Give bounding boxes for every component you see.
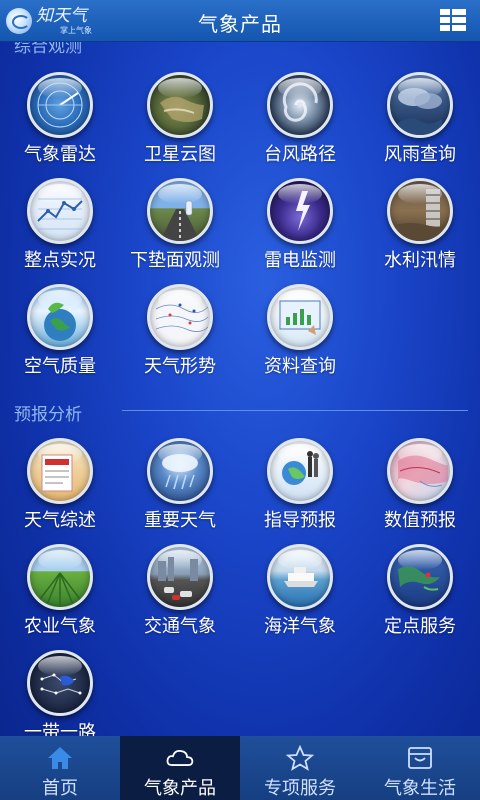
grid-item-label: 天气形势 [144, 356, 216, 377]
farmland-icon [27, 544, 93, 610]
nav-label: 首页 [42, 778, 78, 799]
section-divider [122, 410, 468, 411]
grid-item-label: 数值预报 [384, 510, 456, 531]
grid-item-guidance[interactable]: 指导预报 [240, 438, 360, 532]
ocean-icon [267, 544, 333, 610]
grid-item-summary[interactable]: 天气综述 [0, 438, 120, 532]
menu-icon [440, 9, 450, 15]
grid-item-label: 雷电监测 [264, 250, 336, 271]
typhoon-icon [267, 72, 333, 138]
grid-item-label: 台风路径 [264, 144, 336, 165]
grid-item-label: 卫星云图 [144, 144, 216, 165]
newspaper-icon [27, 438, 93, 504]
grid-item-surface[interactable]: 下垫面观测 [120, 178, 240, 272]
grid-item-label: 交通气象 [144, 616, 216, 637]
grid-item-hourly[interactable]: 整点实况 [0, 178, 120, 272]
nav-home[interactable]: 首页 [0, 736, 120, 800]
grid-item-marine[interactable]: 海洋气象 [240, 544, 360, 638]
nav-special-services[interactable]: 专项服务 [240, 736, 360, 800]
lightning-icon [267, 178, 333, 244]
grid-item-storm[interactable]: 风雨查询 [360, 72, 480, 166]
grid-item-label: 气象雷达 [24, 144, 96, 165]
grid-item-hydrology[interactable]: 水利汛情 [360, 178, 480, 272]
data-query-icon [267, 284, 333, 350]
app-screen: 知天气 掌上气象 气象产品 综合观测 气象雷达 卫星云图 台风路径 风雨查询 整… [0, 0, 480, 800]
nav-label: 气象产品 [144, 778, 216, 799]
numerical-map-icon [387, 438, 453, 504]
grid-item-belt-road[interactable]: 一带一路 [0, 650, 120, 744]
grid-menu-button[interactable] [440, 9, 466, 33]
guidance-icon [267, 438, 333, 504]
nav-label: 气象生活 [384, 778, 456, 799]
top-header: 知天气 掌上气象 气象产品 [0, 0, 480, 42]
star-icon [285, 744, 315, 772]
bottom-navigation: 首页 气象产品 专项服务 气象生活 [0, 736, 480, 800]
nav-label: 专项服务 [264, 778, 336, 799]
earth-icon [27, 284, 93, 350]
grid-item-traffic[interactable]: 交通气象 [120, 544, 240, 638]
grid-item-label: 资料查询 [264, 356, 336, 377]
grid-item-agriculture[interactable]: 农业气象 [0, 544, 120, 638]
road-icon [147, 178, 213, 244]
flood-icon [387, 178, 453, 244]
grid-item-important-weather[interactable]: 重要天气 [120, 438, 240, 532]
home-icon [45, 744, 75, 772]
grid-item-label: 水利汛情 [384, 250, 456, 271]
nav-weather-products[interactable]: 气象产品 [120, 736, 240, 800]
heavy-weather-icon [147, 438, 213, 504]
grid-item-label: 农业气象 [24, 616, 96, 637]
grid-item-data-query[interactable]: 资料查询 [240, 284, 360, 378]
line-chart-icon [27, 178, 93, 244]
radar-icon [27, 72, 93, 138]
grid-item-lightning[interactable]: 雷电监测 [240, 178, 360, 272]
grid-item-weather-pattern[interactable]: 天气形势 [120, 284, 240, 378]
storm-icon [387, 72, 453, 138]
grid-item-air-quality[interactable]: 空气质量 [0, 284, 120, 378]
grid-item-label: 风雨查询 [384, 144, 456, 165]
grid-item-label: 整点实况 [24, 250, 96, 271]
point-map-icon [387, 544, 453, 610]
cloud-icon [165, 744, 195, 772]
grid-item-fixed-point[interactable]: 定点服务 [360, 544, 480, 638]
grid-item-label: 指导预报 [264, 510, 336, 531]
grid-item-label: 天气综述 [24, 510, 96, 531]
grid-item-label: 海洋气象 [264, 616, 336, 637]
grid-item-label: 重要天气 [144, 510, 216, 531]
weather-map-icon [147, 284, 213, 350]
page-title: 气象产品 [198, 12, 282, 36]
grid-item-label: 下垫面观测 [130, 250, 220, 271]
satellite-map-icon [147, 72, 213, 138]
grid-item-satellite[interactable]: 卫星云图 [120, 72, 240, 166]
belt-road-icon [27, 650, 93, 716]
calendar-icon [405, 744, 435, 772]
nav-weather-life[interactable]: 气象生活 [360, 736, 480, 800]
section-title-forecast: 预报分析 [14, 405, 82, 425]
grid-item-numerical[interactable]: 数值预报 [360, 438, 480, 532]
traffic-icon [147, 544, 213, 610]
grid-item-label: 空气质量 [24, 356, 96, 377]
grid-item-radar[interactable]: 气象雷达 [0, 72, 120, 166]
grid-item-label: 定点服务 [384, 616, 456, 637]
grid-item-typhoon[interactable]: 台风路径 [240, 72, 360, 166]
